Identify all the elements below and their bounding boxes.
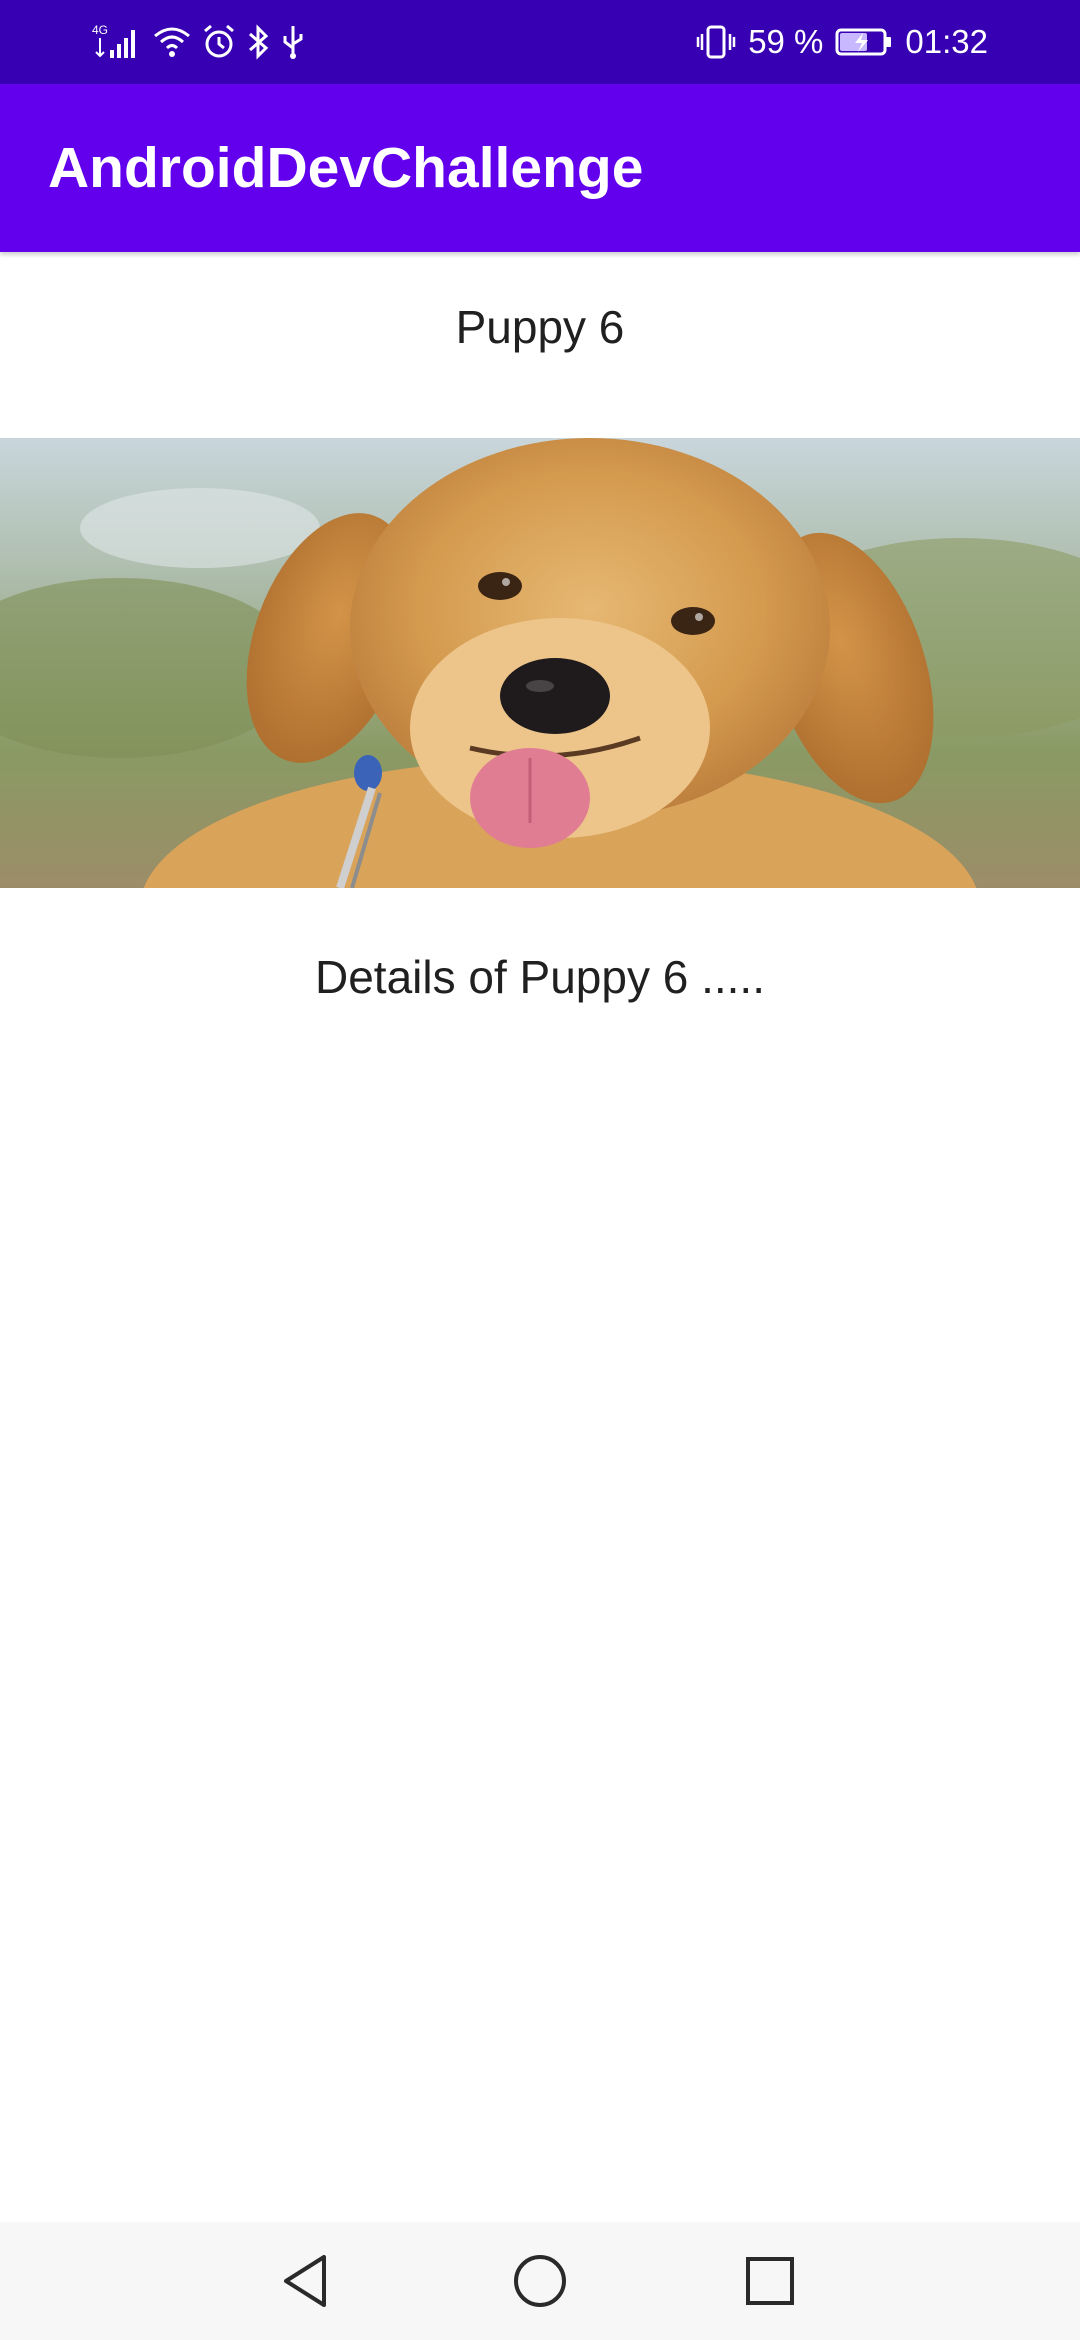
signal-icon: 4G [90,22,142,62]
screen: 4G 59 % 01:32 AndroidDevChallenge Puppy … [0,0,1080,2340]
puppy-details: Details of Puppy 6 ..... [314,951,765,1003]
bluetooth-icon [246,24,270,60]
recents-icon [738,2249,802,2313]
status-right-icons: 59 % 01:32 [696,18,988,66]
status-left-icons: 4G [90,18,306,66]
battery-charging-icon [835,27,893,57]
status-bar: 4G 59 % 01:32 [0,0,1080,84]
recents-button[interactable] [738,2249,802,2313]
battery-percent: 59 % [748,23,824,60]
back-button[interactable] [276,2249,340,2313]
alarm-icon [202,24,236,60]
wifi-icon [152,24,192,60]
home-icon [508,2249,572,2313]
app-title: AndroidDevChallenge [48,136,644,200]
usb-icon [280,24,306,60]
clock-time: 01:32 [905,23,988,60]
network-type-label: 4G [92,23,108,37]
home-button[interactable] [508,2249,572,2313]
puppy-photo [0,438,1080,888]
vibrate-icon [696,24,736,60]
app-bar: AndroidDevChallenge [0,84,1080,252]
back-icon [276,2249,340,2313]
navigation-bar [0,2222,1080,2340]
puppy-title: Puppy 6 [455,301,625,353]
